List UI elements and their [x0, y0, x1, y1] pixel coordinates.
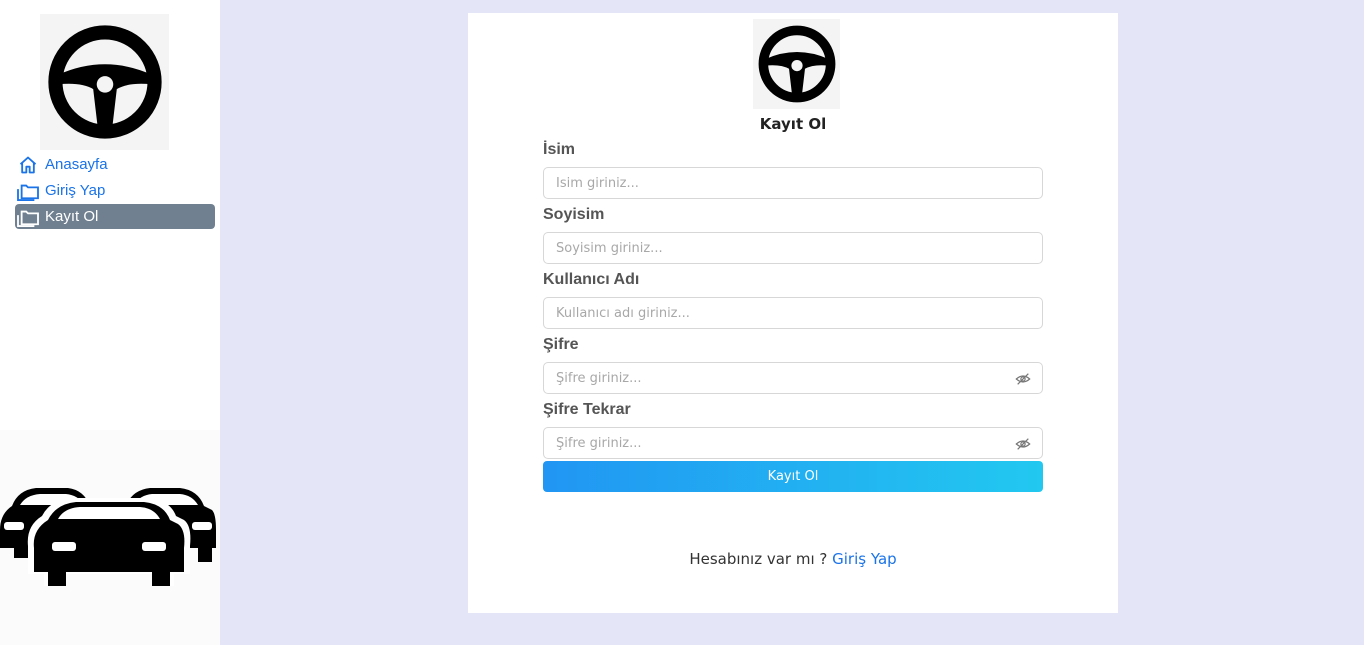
surname-input[interactable]: [544, 233, 1042, 263]
sidebar-item-giris-yap[interactable]: Giriş Yap: [15, 178, 215, 203]
password-input[interactable]: [544, 363, 1042, 393]
sidebar-nav: Anasayfa Giriş Yap Kayıt Ol: [15, 152, 215, 230]
steering-wheel-icon: [47, 25, 162, 139]
sidebar-item-label: Giriş Yap: [45, 182, 106, 199]
username-input[interactable]: [544, 298, 1042, 328]
sidebar-item-label: Anasayfa: [45, 156, 108, 173]
username-field-wrapper: [543, 297, 1043, 329]
eye-slash-icon[interactable]: [1015, 371, 1031, 387]
surname-label: Soyisim: [543, 206, 605, 223]
surname-field-wrapper: [543, 232, 1043, 264]
sidebar-item-anasayfa[interactable]: Anasayfa: [15, 152, 215, 177]
eye-slash-icon[interactable]: [1015, 436, 1031, 452]
password-field-wrapper: [543, 362, 1043, 394]
page-title: Kayıt Ol: [759, 115, 827, 133]
folders-icon: [16, 206, 40, 228]
login-prompt: Hesabınız var mı ? Giriş Yap: [468, 550, 1118, 568]
password-label: Şifre: [543, 336, 579, 353]
name-label: İsim: [543, 141, 576, 158]
username-label: Kullanıcı Adı: [543, 271, 640, 288]
steering-wheel-icon: [758, 25, 835, 103]
cars-icon: [0, 488, 216, 586]
register-button[interactable]: Kayıt Ol: [543, 461, 1043, 492]
password-repeat-label: Şifre Tekrar: [543, 401, 631, 418]
login-link[interactable]: Giriş Yap: [832, 550, 897, 568]
name-field-wrapper: [543, 167, 1043, 199]
name-input[interactable]: [544, 168, 1042, 198]
sidebar-item-kayit-ol[interactable]: Kayıt Ol: [15, 204, 215, 229]
password-repeat-field-wrapper: [543, 427, 1043, 459]
password-repeat-input[interactable]: [544, 428, 1042, 458]
card-logo: [753, 19, 840, 109]
register-card: Kayıt Ol İsim Soyisim Kullanıcı Adı Şifr…: [468, 13, 1118, 613]
register-form: İsim Soyisim Kullanıcı Adı Şifre Şifre T…: [543, 141, 1043, 492]
home-icon: [16, 154, 40, 176]
sidebar-item-label: Kayıt Ol: [45, 208, 99, 225]
folders-icon: [16, 180, 40, 202]
login-prompt-text: Hesabınız var mı ?: [689, 550, 828, 568]
sidebar-logo: [40, 14, 169, 150]
sidebar: Anasayfa Giriş Yap Kayıt Ol: [0, 0, 220, 645]
